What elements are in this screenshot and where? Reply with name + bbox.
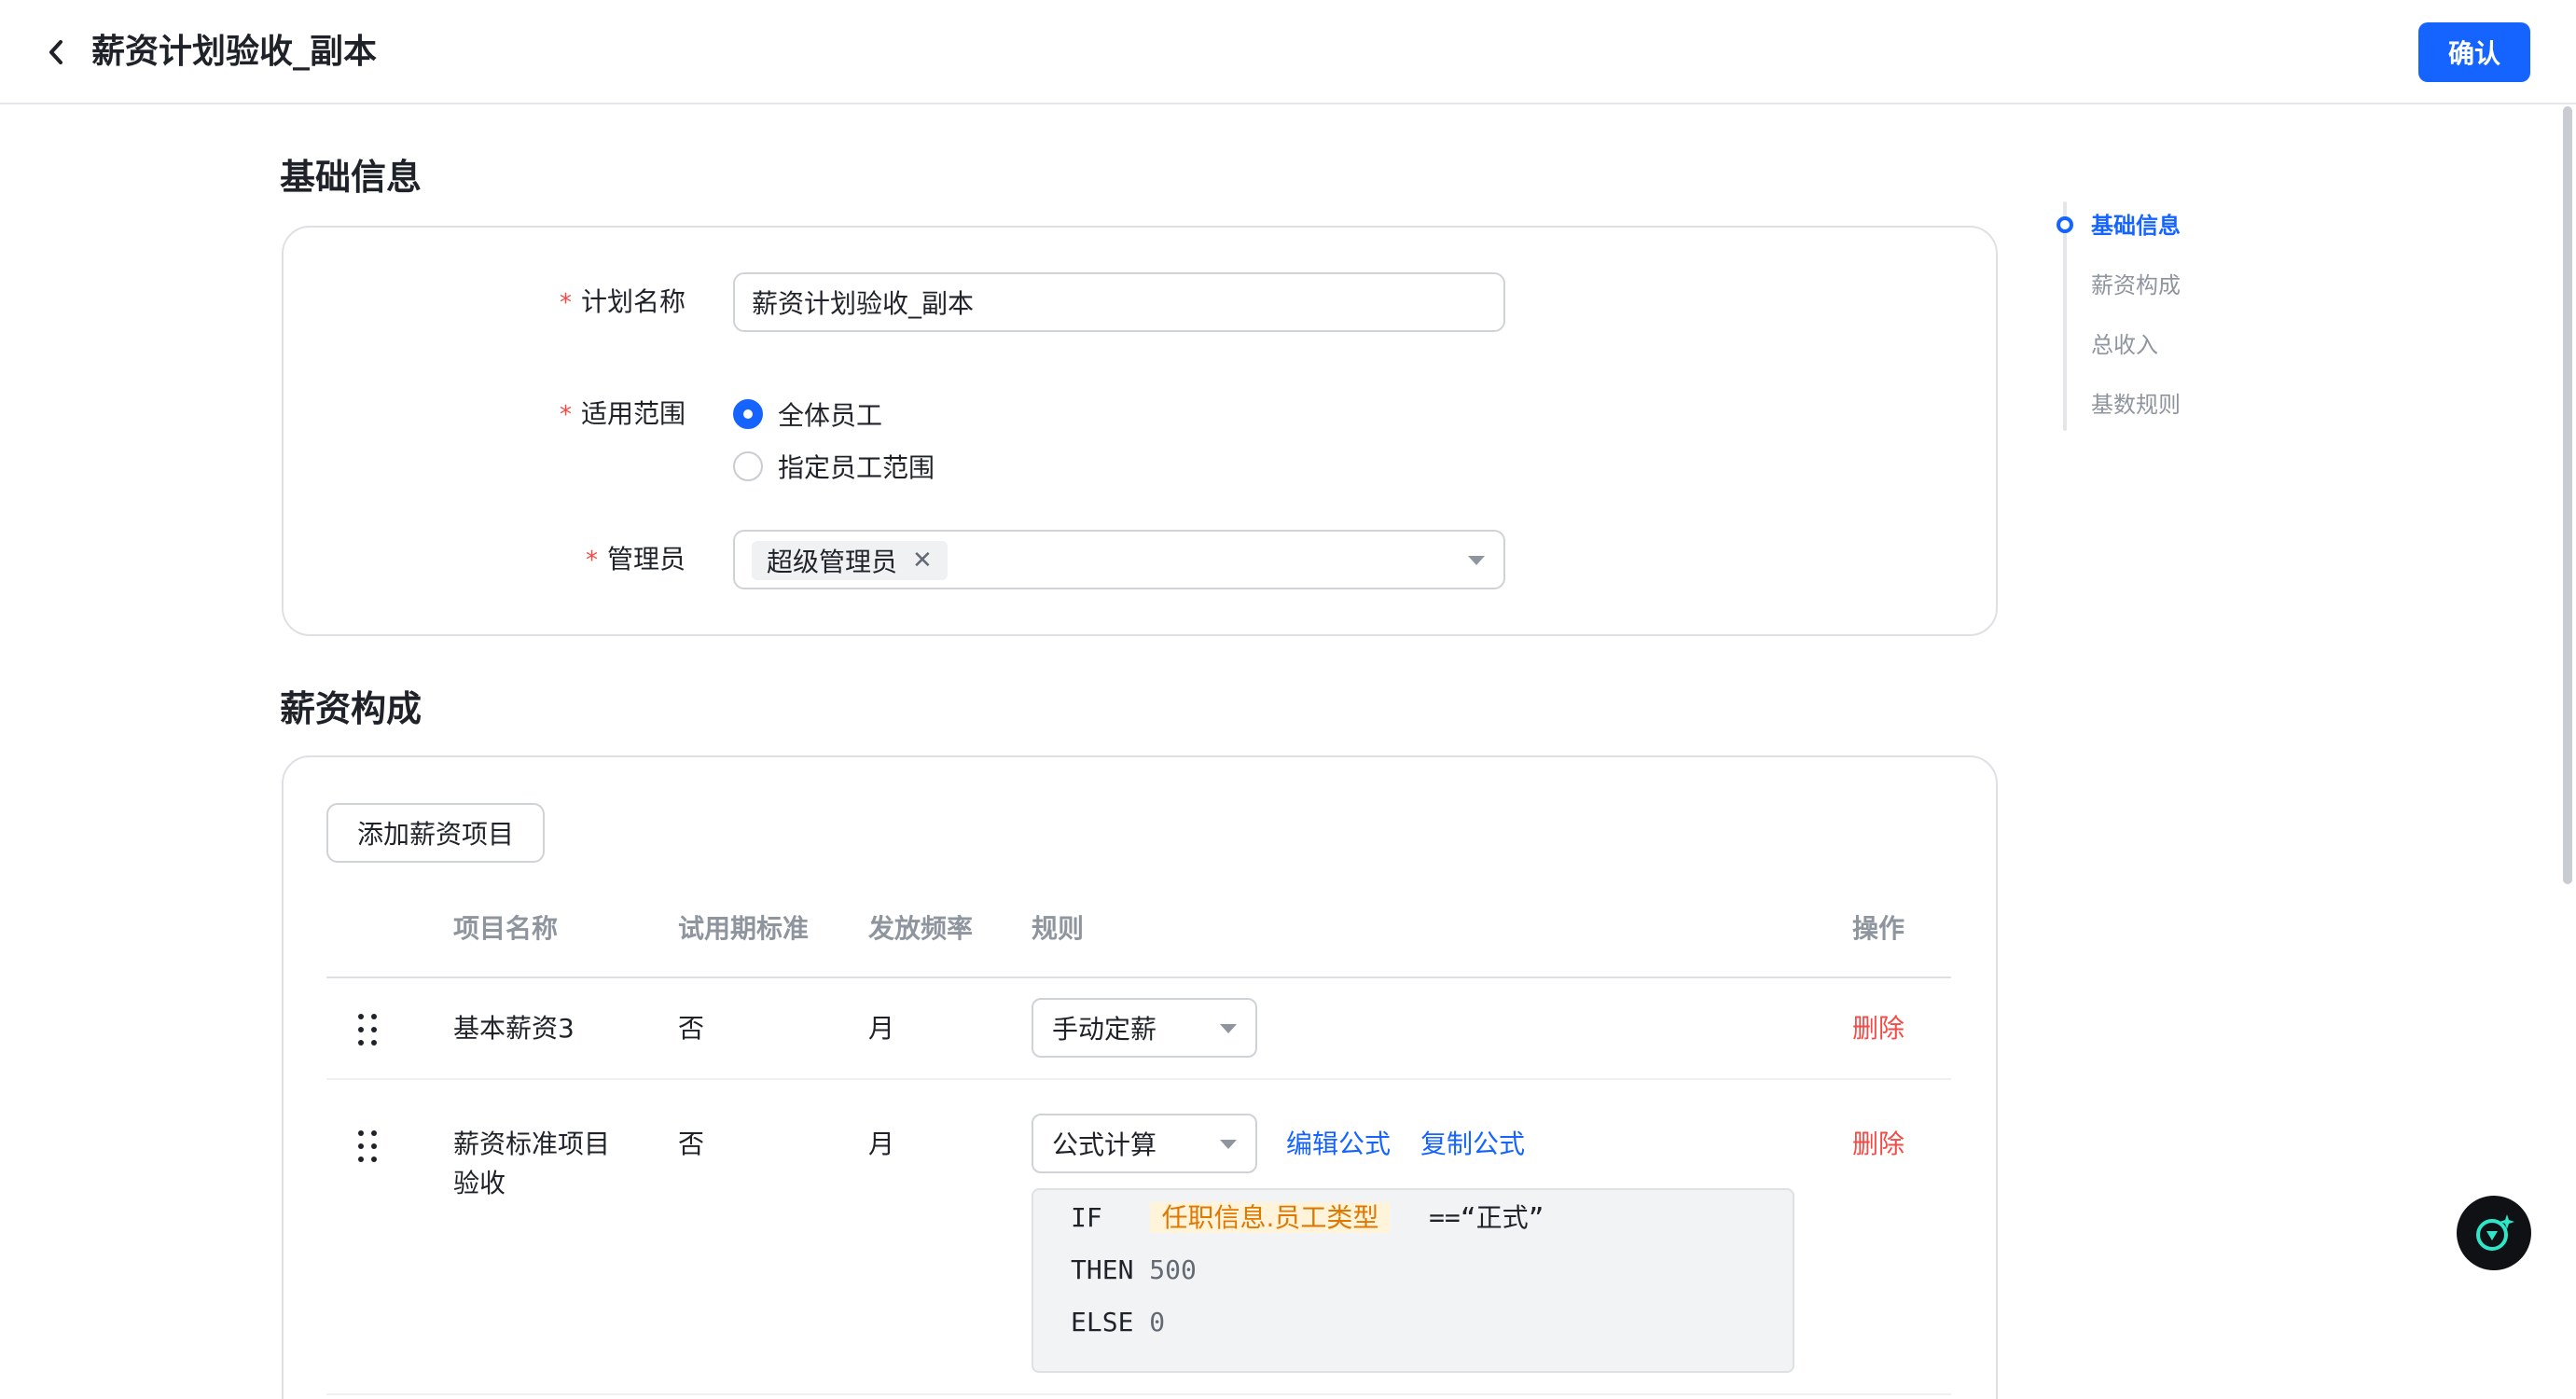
row1-rule-select[interactable]: 手动定薪 — [1032, 998, 1257, 1058]
admin-tag: 超级管理员 ✕ — [752, 541, 948, 580]
section-title-salary: 薪资构成 — [280, 688, 422, 729]
section-title-basic-info: 基础信息 — [280, 157, 422, 198]
formula-then-value: 500 — [1149, 1254, 1197, 1285]
admin-label: * 管理员 — [586, 541, 686, 579]
confirm-button[interactable]: 确认 — [2418, 22, 2530, 82]
edit-formula-link[interactable]: 编辑公式 — [1286, 1125, 1391, 1164]
formula-line-then: THEN 500 — [1071, 1252, 1197, 1289]
page-scrollbar[interactable] — [2563, 106, 2572, 884]
scope-label: * 适用范围 — [560, 395, 686, 434]
required-mark: * — [560, 289, 572, 317]
drag-handle-icon[interactable] — [358, 1014, 386, 1047]
anchor-active-dot-icon — [2057, 216, 2073, 233]
anchor-rail — [2063, 201, 2067, 431]
drag-handle-icon[interactable] — [358, 1130, 386, 1164]
page-title: 薪资计划验收_副本 — [91, 33, 378, 71]
formula-else-keyword: ELSE — [1071, 1307, 1134, 1337]
row2-delete-link[interactable]: 删除 — [1852, 1125, 1904, 1164]
top-bar: 薪资计划验收_副本 确认 — [0, 0, 2576, 104]
tag-close-icon[interactable]: ✕ — [912, 547, 933, 575]
col-header-probation: 试用期标准 — [678, 913, 810, 944]
assistant-sparkle-icon — [2476, 1214, 2514, 1251]
row-divider — [326, 1393, 1951, 1395]
col-header-action: 操作 — [1852, 913, 1905, 944]
formula-preview: IF 任职信息.员工类型 ==“正式” THEN 500 ELSE 0 — [1032, 1188, 1794, 1373]
formula-if-keyword: IF — [1071, 1202, 1102, 1233]
formula-line-else: ELSE 0 — [1071, 1304, 1165, 1341]
col-header-rule: 规则 — [1032, 913, 1085, 944]
add-salary-item-button[interactable]: 添加薪资项目 — [326, 803, 545, 863]
radio-checked-icon[interactable] — [733, 399, 763, 429]
plan-name-input[interactable]: 薪资计划验收_副本 — [733, 272, 1505, 332]
plan-name-label-text: 计划名称 — [581, 286, 686, 317]
dropdown-caret-icon — [1220, 1140, 1237, 1149]
formula-condition: ==“正式” — [1429, 1202, 1544, 1233]
anchor-total-income[interactable]: 总收入 — [2091, 329, 2158, 361]
table-header-divider — [326, 977, 1951, 978]
back-chevron-icon[interactable] — [37, 32, 75, 73]
anchor-base-rules[interactable]: 基数规则 — [2091, 389, 2181, 421]
admin-label-text: 管理员 — [607, 544, 686, 575]
required-mark: * — [586, 547, 598, 575]
col-header-name: 项目名称 — [453, 913, 559, 944]
admin-select[interactable]: 超级管理员 ✕ — [733, 530, 1505, 589]
admin-tag-label: 超级管理员 — [767, 547, 898, 577]
formula-field-token: 任职信息.员工类型 — [1150, 1202, 1391, 1233]
assistant-fab[interactable] — [2457, 1196, 2531, 1270]
formula-then-keyword: THEN — [1071, 1254, 1134, 1285]
anchor-basic-info[interactable]: 基础信息 — [2091, 210, 2181, 242]
required-mark: * — [560, 401, 572, 429]
row2-rule-value: 公式计算 — [1052, 1129, 1157, 1160]
scope-label-text: 适用范围 — [581, 398, 686, 429]
row2-rule-select[interactable]: 公式计算 — [1032, 1114, 1257, 1173]
row1-delete-link[interactable]: 删除 — [1852, 1009, 1904, 1048]
row2-name-line1: 薪资标准项目 — [453, 1129, 611, 1159]
row2-name-line2: 验收 — [453, 1168, 506, 1198]
scope-option-all-label: 全体员工 — [778, 400, 883, 431]
row2-probation: 否 — [678, 1129, 705, 1159]
scope-option-specific[interactable]: 指定员工范围 — [733, 448, 935, 485]
row1-frequency: 月 — [868, 1013, 895, 1044]
row1-rule-value: 手动定薪 — [1052, 1014, 1157, 1045]
row-divider — [326, 1078, 1951, 1080]
dropdown-caret-icon — [1468, 556, 1485, 565]
copy-formula-link[interactable]: 复制公式 — [1420, 1125, 1525, 1164]
anchor-salary-composition[interactable]: 薪资构成 — [2091, 270, 2181, 301]
formula-line-if: IF 任职信息.员工类型 ==“正式” — [1071, 1199, 1544, 1237]
dropdown-caret-icon — [1220, 1024, 1237, 1033]
row1-name: 基本薪资3 — [453, 1013, 575, 1044]
radio-unchecked-icon[interactable] — [733, 451, 763, 481]
col-header-frequency: 发放频率 — [868, 913, 974, 944]
row2-frequency: 月 — [868, 1129, 895, 1159]
plan-name-value: 薪资计划验收_副本 — [752, 288, 975, 319]
scope-option-specific-label: 指定员工范围 — [778, 452, 935, 483]
scope-option-all[interactable]: 全体员工 — [733, 395, 882, 433]
formula-else-value: 0 — [1149, 1307, 1166, 1337]
row1-probation: 否 — [678, 1013, 705, 1044]
plan-name-label: * 计划名称 — [560, 284, 686, 322]
